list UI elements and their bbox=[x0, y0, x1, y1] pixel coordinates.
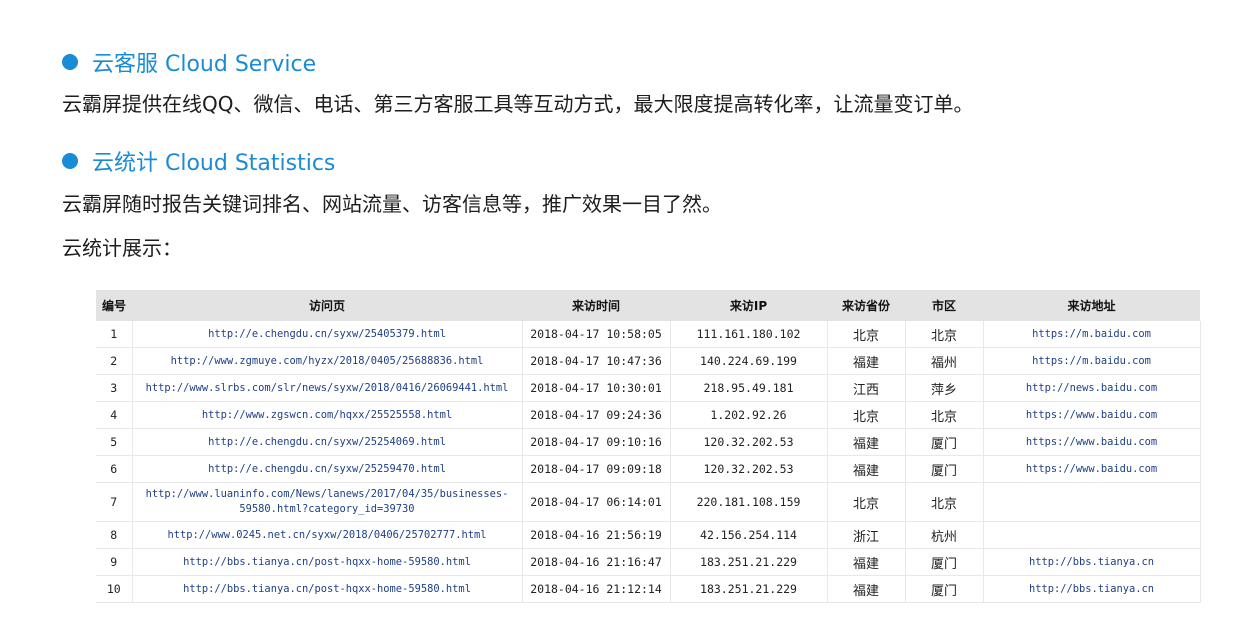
visited-page-link[interactable]: http://e.chengdu.cn/syxw/25259470.html bbox=[132, 455, 523, 483]
referrer-link[interactable]: http://bbs.tianya.cn bbox=[983, 548, 1201, 576]
table-header-row: 编号 访问页 来访时间 来访IP 来访省份 市区 来访地址 bbox=[96, 290, 1200, 321]
visitor-city: 杭州 bbox=[905, 521, 984, 549]
row-number: 5 bbox=[96, 428, 133, 456]
visit-time: 2018-04-16 21:16:47 bbox=[522, 548, 671, 576]
visit-time: 2018-04-17 09:09:18 bbox=[522, 455, 671, 483]
visitor-city: 福州 bbox=[905, 347, 984, 375]
visitor-ip: 120.32.202.53 bbox=[670, 455, 828, 483]
visitor-ip: 120.32.202.53 bbox=[670, 428, 828, 456]
visited-page-link[interactable]: http://www.0245.net.cn/syxw/2018/0406/25… bbox=[132, 521, 523, 549]
visitor-ip: 1.202.92.26 bbox=[670, 401, 828, 429]
visit-time: 2018-04-16 21:12:14 bbox=[522, 575, 671, 603]
referrer-link[interactable]: https://m.baidu.com bbox=[983, 347, 1201, 375]
cloud-statistics-title: 云统计 Cloud Statistics bbox=[92, 151, 336, 176]
visited-page-link[interactable]: http://e.chengdu.cn/syxw/25405379.html bbox=[132, 321, 523, 348]
visitor-ip: 183.251.21.229 bbox=[670, 548, 828, 576]
visitor-statistics-table: 编号 访问页 来访时间 来访IP 来访省份 市区 来访地址 1 http://e.… bbox=[96, 290, 1201, 603]
visitor-province: 浙江 bbox=[827, 521, 906, 549]
visit-time: 2018-04-17 06:14:01 bbox=[522, 482, 671, 522]
table-row: 10 http://bbs.tianya.cn/post-hqxx-home-59… bbox=[96, 575, 1201, 603]
table-row: 2 http://www.zgmuye.com/hyzx/2018/0405/25… bbox=[96, 347, 1201, 375]
referrer-link[interactable]: http://bbs.tianya.cn bbox=[983, 575, 1201, 603]
visitor-city: 萍乡 bbox=[905, 374, 984, 402]
visitor-ip: 111.161.180.102 bbox=[670, 321, 828, 348]
visited-page-link[interactable]: http://www.zgswcn.com/hqxx/25525558.html bbox=[132, 401, 523, 429]
visitor-city: 厦门 bbox=[905, 548, 984, 576]
row-number: 6 bbox=[96, 455, 133, 483]
visitor-ip: 183.251.21.229 bbox=[670, 575, 828, 603]
column-header: 市区 bbox=[905, 290, 983, 321]
visitor-ip: 42.156.254.114 bbox=[670, 521, 828, 549]
column-header: 来访时间 bbox=[522, 290, 670, 321]
table-row: 3 http://www.slrbs.com/slr/news/syxw/2018… bbox=[96, 374, 1201, 402]
cloud-service-title: 云客服 Cloud Service bbox=[92, 52, 317, 77]
table-row: 5 http://e.chengdu.cn/syxw/25254069.html 2… bbox=[96, 428, 1201, 456]
visit-time: 2018-04-16 21:56:19 bbox=[522, 521, 671, 549]
referrer-link[interactable]: https://www.baidu.com bbox=[983, 455, 1201, 483]
visitor-ip: 218.95.49.181 bbox=[670, 374, 828, 402]
referrer-link[interactable]: https://m.baidu.com bbox=[983, 321, 1201, 348]
visitor-ip: 220.181.108.159 bbox=[670, 482, 828, 522]
visit-time: 2018-04-17 09:10:16 bbox=[522, 428, 671, 456]
row-number: 8 bbox=[96, 521, 133, 549]
column-header: 访问页 bbox=[132, 290, 522, 321]
table-row: 1 http://e.chengdu.cn/syxw/25405379.html 2… bbox=[96, 321, 1201, 348]
row-number: 9 bbox=[96, 548, 133, 576]
referrer-link bbox=[983, 521, 1201, 549]
row-number: 3 bbox=[96, 374, 133, 402]
row-number: 2 bbox=[96, 347, 133, 375]
table-row: 4 http://www.zgswcn.com/hqxx/25525558.htm… bbox=[96, 401, 1201, 429]
statistics-display-label: 云统计展示： bbox=[62, 236, 182, 260]
visitor-province: 江西 bbox=[827, 374, 906, 402]
referrer-link[interactable]: https://www.baidu.com bbox=[983, 401, 1201, 429]
visited-page-link[interactable]: http://bbs.tianya.cn/post-hqxx-home-5958… bbox=[132, 575, 523, 603]
visitor-province: 福建 bbox=[827, 575, 906, 603]
visitor-city: 北京 bbox=[905, 401, 984, 429]
visitor-province: 北京 bbox=[827, 401, 906, 429]
visit-time: 2018-04-17 09:24:36 bbox=[522, 401, 671, 429]
cloud-service-heading: 云客服 Cloud Service bbox=[62, 46, 316, 78]
visit-time: 2018-04-17 10:58:05 bbox=[522, 321, 671, 348]
referrer-link[interactable]: https://www.baidu.com bbox=[983, 428, 1201, 456]
visited-page-link[interactable]: http://www.slrbs.com/slr/news/syxw/2018/… bbox=[132, 374, 523, 402]
visitor-province: 福建 bbox=[827, 455, 906, 483]
referrer-link bbox=[983, 482, 1201, 522]
visitor-city: 厦门 bbox=[905, 575, 984, 603]
table-row: 7 http://www.luaninfo.com/News/lanews/201… bbox=[96, 482, 1201, 522]
visitor-province: 福建 bbox=[827, 548, 906, 576]
column-header: 编号 bbox=[96, 290, 132, 321]
visitor-ip: 140.224.69.199 bbox=[670, 347, 828, 375]
table-row: 8 http://www.0245.net.cn/syxw/2018/0406/2… bbox=[96, 521, 1201, 549]
visited-page-link[interactable]: http://bbs.tianya.cn/post-hqxx-home-5958… bbox=[132, 548, 523, 576]
visited-page-link[interactable]: http://e.chengdu.cn/syxw/25254069.html bbox=[132, 428, 523, 456]
bullet-icon bbox=[62, 54, 78, 70]
visitor-province: 北京 bbox=[827, 482, 906, 522]
cloud-statistics-text: 云霸屏随时报告关键词排名、网站流量、访客信息等，推广效果一目了然。 bbox=[62, 192, 722, 216]
visitor-province: 福建 bbox=[827, 428, 906, 456]
referrer-link[interactable]: http://news.baidu.com bbox=[983, 374, 1201, 402]
cloud-service-text: 云霸屏提供在线QQ、微信、电话、第三方客服工具等互动方式，最大限度提高转化率，让… bbox=[62, 92, 974, 116]
row-number: 4 bbox=[96, 401, 133, 429]
visitor-city: 厦门 bbox=[905, 428, 984, 456]
visitor-province: 福建 bbox=[827, 347, 906, 375]
table-row: 9 http://bbs.tianya.cn/post-hqxx-home-595… bbox=[96, 548, 1201, 576]
cloud-statistics-heading: 云统计 Cloud Statistics bbox=[62, 145, 335, 177]
column-header: 来访省份 bbox=[827, 290, 905, 321]
column-header: 来访地址 bbox=[983, 290, 1200, 321]
visit-time: 2018-04-17 10:47:36 bbox=[522, 347, 671, 375]
bullet-icon bbox=[62, 153, 78, 169]
visited-page-link[interactable]: http://www.luaninfo.com/News/lanews/2017… bbox=[132, 482, 523, 522]
visitor-province: 北京 bbox=[827, 321, 906, 348]
row-number: 10 bbox=[96, 575, 133, 603]
visited-page-link[interactable]: http://www.zgmuye.com/hyzx/2018/0405/256… bbox=[132, 347, 523, 375]
visitor-city: 北京 bbox=[905, 321, 984, 348]
row-number: 1 bbox=[96, 321, 133, 348]
visitor-city: 厦门 bbox=[905, 455, 984, 483]
visit-time: 2018-04-17 10:30:01 bbox=[522, 374, 671, 402]
column-header: 来访IP bbox=[670, 290, 827, 321]
visitor-city: 北京 bbox=[905, 482, 984, 522]
row-number: 7 bbox=[96, 482, 133, 522]
table-row: 6 http://e.chengdu.cn/syxw/25259470.html 2… bbox=[96, 455, 1201, 483]
